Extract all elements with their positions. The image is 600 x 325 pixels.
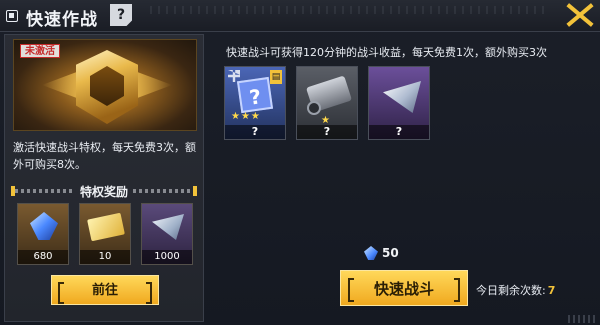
reward-card[interactable]: 1000 <box>141 203 193 265</box>
rarity-stars: ★★★ <box>231 111 261 122</box>
page-title: 快速作战 <box>26 10 98 30</box>
crystal-cost-icon <box>364 246 378 260</box>
reward-item[interactable]: ▤ ? ★★★ ? <box>224 66 286 140</box>
divider-right <box>133 189 193 193</box>
inactive-badge: 未激活 <box>20 44 60 58</box>
reward-item[interactable]: ? <box>368 66 430 140</box>
goto-button[interactable]: 前往 <box>51 275 159 305</box>
reward-count: ? <box>297 125 357 139</box>
cost-value: 50 <box>382 246 399 260</box>
reward-count: 1000 <box>142 250 192 264</box>
header-decoration <box>150 6 545 14</box>
help-button[interactable]: ? <box>110 4 132 26</box>
crest-wing-right-icon <box>132 70 172 100</box>
info-badge-icon: ▤ <box>270 70 282 84</box>
quick-battle-description: 快速战斗可获得120分钟的战斗收益，每天免费1次，额外购买3次 <box>226 46 547 59</box>
gold-ticket-icon <box>87 212 125 242</box>
mystery-box-icon: ? <box>236 76 274 114</box>
silver-shard-icon <box>152 214 184 240</box>
reward-count: 680 <box>18 250 68 264</box>
quick-battle-window: 快速作战 ? 未激活 激活快速战斗特权，每天免费3次，额外可购买8次。 特权奖励… <box>0 0 600 325</box>
privilege-reward-list: 680 10 1000 <box>17 203 197 267</box>
reward-card[interactable]: 680 <box>17 203 69 265</box>
quick-battle-button[interactable]: 快速战斗 <box>340 270 468 306</box>
reward-card[interactable]: 10 <box>79 203 131 265</box>
close-icon[interactable] <box>562 0 596 28</box>
corner-decoration <box>568 315 598 323</box>
remaining-value: 7 <box>547 284 556 297</box>
wheel-icon <box>307 101 321 115</box>
privilege-banner: 未激活 <box>13 39 197 131</box>
battle-reward-list: ▤ ? ★★★ ? ★ ? ? <box>224 66 464 140</box>
reward-count: 10 <box>80 250 130 264</box>
reward-count: ? <box>225 125 285 139</box>
remaining-count: 今日剩余次数: 7 <box>476 282 555 298</box>
reward-count: ? <box>369 125 429 139</box>
blue-crystal-icon <box>30 212 58 240</box>
privilege-panel: 未激活 激活快速战斗特权，每天免费3次，额外可购买8次。 特权奖励 680 10… <box>4 34 204 322</box>
header-bar: 快速作战 ? <box>0 0 600 32</box>
reward-item[interactable]: ★ ? <box>296 66 358 140</box>
privilege-description: 激活快速战斗特权，每天免费3次，额外可购买8次。 <box>13 141 196 171</box>
privilege-crest-icon <box>76 50 138 124</box>
window-icon <box>6 10 18 22</box>
divider-mark-right <box>193 186 197 196</box>
silver-shard-icon <box>383 81 421 113</box>
remaining-label: 今日剩余次数: <box>476 284 546 297</box>
